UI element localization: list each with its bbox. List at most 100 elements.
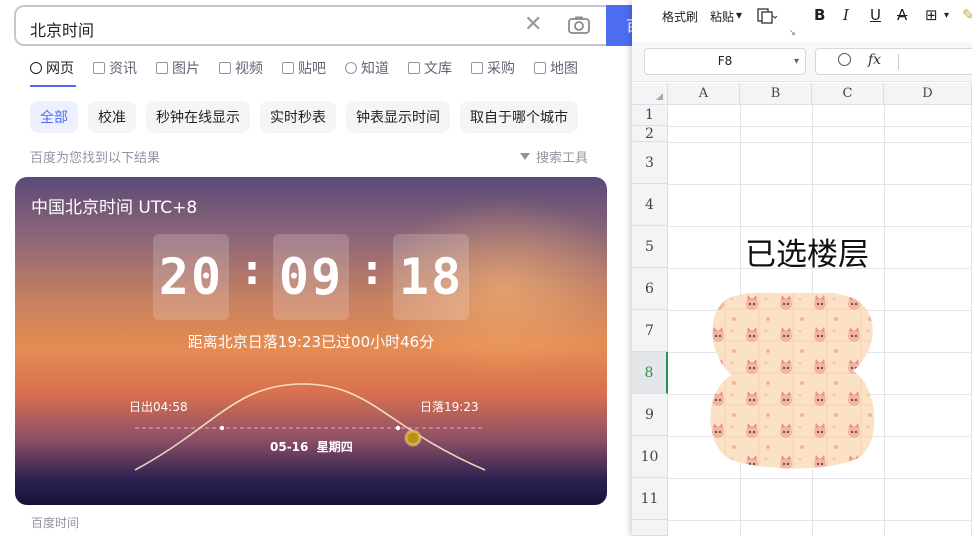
filter-icon (520, 153, 530, 160)
formula-divider (898, 54, 899, 70)
paste-dropdown-icon[interactable]: ▾ (736, 8, 742, 22)
chip-which-city[interactable]: 取自于哪个城市 (460, 101, 578, 133)
tab-label: 视频 (235, 61, 263, 77)
name-box-value: F8 (717, 54, 733, 68)
row-header-12[interactable] (632, 520, 668, 536)
search-tools-button[interactable]: 搜索工具 (520, 147, 588, 166)
map-icon (534, 62, 546, 74)
sun-path-arc (134, 383, 486, 471)
related-chips: 全部 校准 秒钟在线显示 实时秒表 钟表显示时间 取自于哪个城市 (30, 101, 588, 133)
border-dropdown-icon[interactable]: ▾ (944, 10, 949, 21)
search-tabs: 网页 资讯 图片 视频 贴吧 知道 文库 采购 地图 (30, 58, 597, 78)
clipboard-launcher-icon[interactable]: ↘ (789, 28, 796, 37)
tab-video[interactable]: 视频 (219, 58, 263, 78)
floor-8-sticker[interactable] (708, 293, 878, 469)
date-value: 05-16 (270, 440, 309, 454)
image-icon (156, 62, 168, 74)
search-button[interactable]: 百 (606, 5, 641, 46)
active-tab-indicator (30, 85, 76, 87)
camera-icon[interactable] (568, 16, 590, 34)
close-icon[interactable]: ✕ (524, 12, 542, 37)
fx-icon[interactable]: fx (868, 52, 881, 68)
grid-line (668, 520, 972, 521)
tab-label: 知道 (361, 61, 389, 77)
row-header-3[interactable]: 3 (632, 142, 668, 184)
row-header-2[interactable]: 2 (632, 126, 668, 142)
chip-clock-display[interactable]: 钟表显示时间 (346, 101, 450, 133)
row-header-6[interactable]: 6 (632, 268, 668, 310)
tab-images[interactable]: 图片 (156, 58, 200, 78)
column-header-b[interactable]: B (740, 83, 812, 105)
row-header-5[interactable]: 5 (632, 226, 668, 268)
tab-label: 图片 (172, 61, 200, 77)
shop-icon (471, 62, 483, 74)
tab-map[interactable]: 地图 (534, 58, 578, 78)
search-query[interactable]: 北京时间 (30, 17, 94, 41)
bold-button[interactable]: B (814, 6, 825, 24)
row-header-9[interactable]: 9 (632, 394, 668, 436)
results-info: 百度为您找到以下结果 (30, 151, 161, 166)
tab-wenku[interactable]: 文库 (408, 58, 452, 78)
tieba-icon (282, 62, 294, 74)
chip-calibrate[interactable]: 校准 (88, 101, 136, 133)
row-header-10[interactable]: 10 (632, 436, 668, 478)
grid-line (668, 226, 972, 227)
grid-line (884, 105, 885, 536)
name-box-dropdown-icon[interactable]: ▾ (794, 49, 799, 74)
question-icon (345, 62, 357, 74)
border-button[interactable]: ⊞ (925, 6, 938, 24)
row-header-1[interactable]: 1 (632, 105, 668, 126)
grid-line (668, 184, 972, 185)
screen: 北京时间 ✕ 百 网页 资讯 图片 视频 贴吧 知道 文库 采购 地图 全部 校… (0, 0, 972, 536)
weekday-value: 星期四 (316, 440, 353, 454)
tab-label: 采购 (487, 61, 515, 77)
fill-color-icon[interactable]: ✎ (962, 6, 972, 24)
tab-web[interactable]: 网页 (30, 58, 74, 78)
column-header-c[interactable]: C (812, 83, 884, 105)
select-all-icon (656, 93, 663, 100)
formula-bar: F8 ▾ fx (632, 42, 972, 82)
cell-selected-floor-text[interactable]: 已选楼层 (745, 229, 869, 274)
format-painter-button[interactable]: 格式刷 (662, 8, 698, 25)
chip-seconds-online[interactable]: 秒钟在线显示 (146, 101, 250, 133)
row-header-11[interactable]: 11 (632, 478, 668, 520)
search-icon (30, 62, 42, 74)
search-tools-label: 搜索工具 (536, 151, 589, 166)
row-header-4[interactable]: 4 (632, 184, 668, 226)
date-label: 05-16 星期四 (270, 438, 353, 455)
sunrise-time: 日出04:58 (129, 400, 188, 414)
chip-all[interactable]: 全部 (30, 101, 78, 133)
tab-zhidao[interactable]: 知道 (345, 58, 389, 78)
underline-button[interactable]: U (870, 6, 881, 24)
strikethrough-button[interactable]: A (897, 6, 907, 24)
italic-button[interactable]: I (843, 6, 849, 24)
row-header-7[interactable]: 7 (632, 310, 668, 352)
column-header-d[interactable]: D (884, 83, 972, 105)
formula-input[interactable]: fx (815, 48, 972, 75)
tab-label: 网页 (46, 61, 74, 77)
paste-button[interactable]: 粘贴 (710, 8, 734, 25)
grid-line (668, 126, 972, 127)
grid-line (668, 142, 972, 143)
column-header-a[interactable]: A (668, 83, 740, 105)
ribbon-toolbar: 格式刷 粘贴 ▾ ↘ B I U A ⊞ ▾ ✎ (632, 0, 972, 42)
beijing-time-card: 中国北京时间 UTC+8 20 : 09 : 18 距离北京日落19:23已过0… (15, 177, 607, 505)
chip-stopwatch[interactable]: 实时秒表 (260, 101, 336, 133)
grid-line (668, 478, 972, 479)
spreadsheet-window: 格式刷 粘贴 ▾ ↘ B I U A ⊞ ▾ ✎ F8 ▾ fx A B C D… (632, 0, 972, 536)
copy-icon[interactable] (757, 8, 777, 24)
tab-label: 贴吧 (298, 61, 326, 77)
tab-news[interactable]: 资讯 (93, 58, 137, 78)
search-input[interactable]: 北京时间 ✕ (14, 5, 614, 46)
sunset-time: 日落19:23 (420, 400, 479, 414)
zoom-icon[interactable] (838, 53, 851, 66)
tab-purchase[interactable]: 采购 (471, 58, 515, 78)
video-icon (219, 62, 231, 74)
select-all-corner[interactable] (632, 83, 668, 105)
name-box[interactable]: F8 ▾ (644, 48, 806, 75)
row-header-8-selected[interactable]: 8 (632, 352, 668, 394)
tab-tieba[interactable]: 贴吧 (282, 58, 326, 78)
tab-label: 文库 (424, 61, 452, 77)
card-source[interactable]: 百度时间 (31, 514, 79, 531)
document-icon (408, 62, 420, 74)
